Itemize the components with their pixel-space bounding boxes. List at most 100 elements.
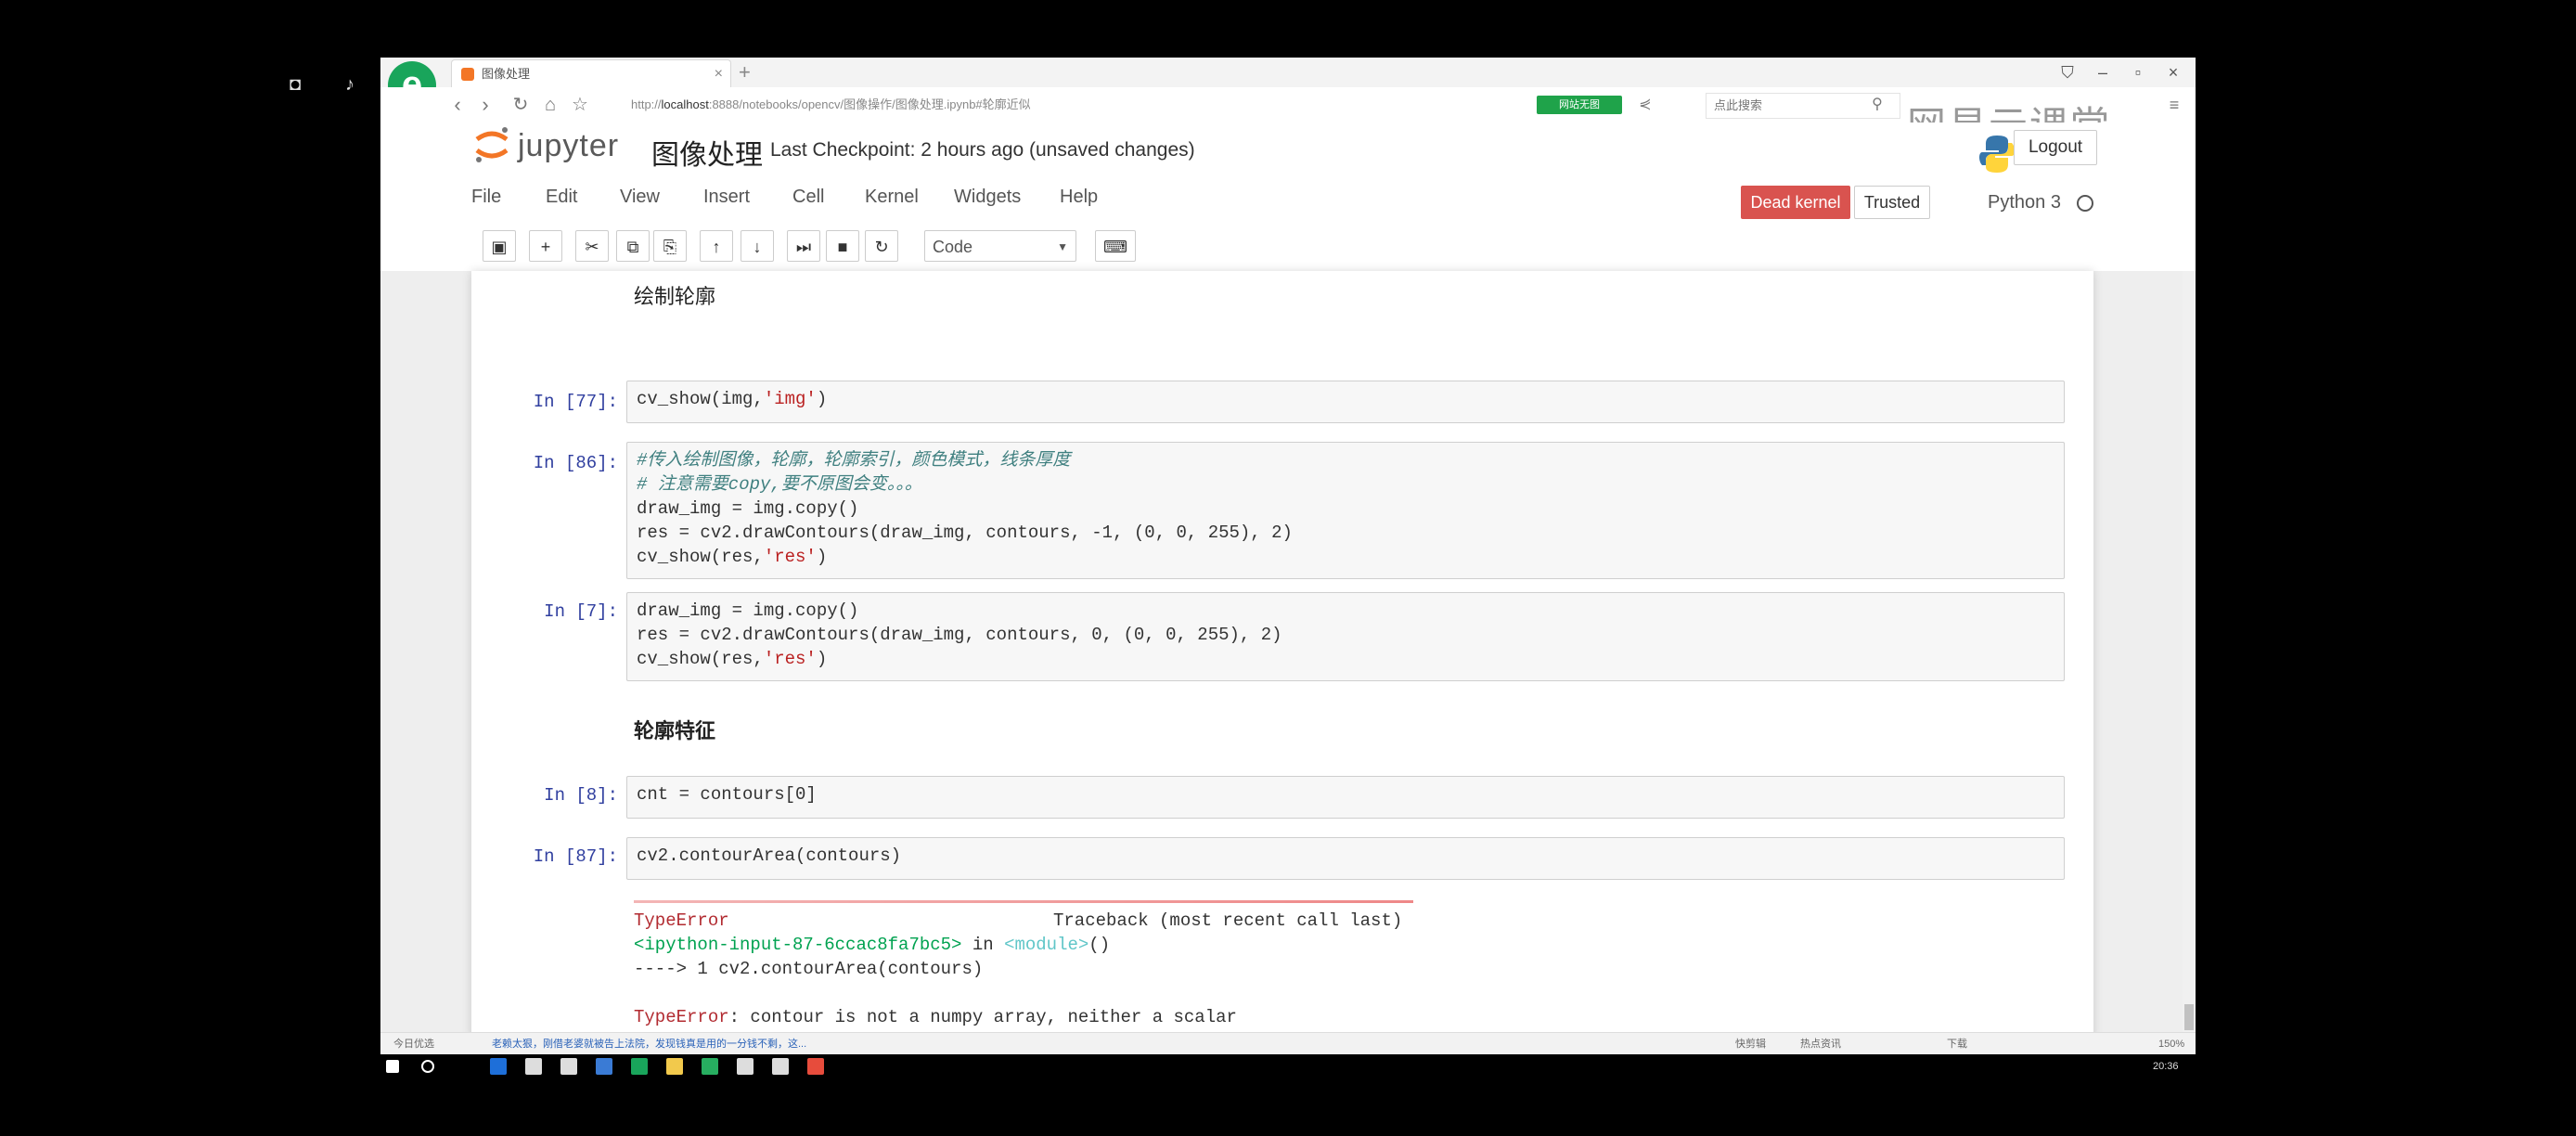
code-string: 'res' [763, 649, 817, 669]
code-string: 'res' [763, 547, 817, 567]
cell-type-value: Code [933, 238, 973, 256]
code-cell[interactable]: #传入绘制图像，轮廓，轮廓索引，颜色模式，线条厚度 # 注意需要copy,要不原… [626, 442, 2065, 579]
url-path: :8888/notebooks/opencv/图像操作/图像处理.ipynb#轮… [708, 97, 1031, 111]
taskbar-app-icon[interactable] [807, 1058, 824, 1075]
traceback-label: Traceback (most recent call last) [1053, 910, 1403, 931]
windows-start-icon[interactable] [386, 1060, 399, 1073]
code-line: cnt = contours[0] [637, 784, 817, 805]
status-zoom[interactable]: 150% [2158, 1033, 2184, 1054]
search-icon[interactable]: ⚲ [1865, 93, 1889, 117]
menu-view[interactable]: View [620, 174, 660, 219]
traceback-parens: () [1088, 935, 1111, 955]
kernel-name[interactable]: Python 3 [1988, 186, 2061, 219]
code-cell[interactable]: cnt = contours[0] [626, 776, 2065, 819]
code-cell[interactable]: draw_img = img.copy() res = cv2.drawCont… [626, 592, 2065, 681]
home-icon[interactable]: ⌂ [538, 93, 562, 117]
paste-icon[interactable]: ⎘ [653, 230, 687, 262]
notebook-name[interactable]: 图像处理 [651, 132, 763, 173]
menu-widgets[interactable]: Widgets [954, 174, 1021, 219]
save-icon[interactable]: ▣ [483, 230, 516, 262]
code-cell[interactable]: cv2.contourArea(contours) [626, 837, 2065, 880]
taskbar-app-icon[interactable] [702, 1058, 718, 1075]
code-string: 'img' [763, 389, 817, 409]
interrupt-icon[interactable]: ■ [826, 230, 859, 262]
taskbar-app-icon[interactable] [596, 1058, 612, 1075]
taskbar-app-icon[interactable] [525, 1058, 542, 1075]
menu-cell[interactable]: Cell [792, 174, 824, 219]
menu-bar: File Edit View Insert Cell Kernel Widget… [471, 174, 2095, 219]
menu-edit[interactable]: Edit [546, 174, 577, 219]
status-download[interactable]: 下载 [1947, 1033, 1967, 1054]
scrollbar[interactable] [2183, 271, 2196, 1039]
menu-icon[interactable]: ≡ [2162, 93, 2186, 117]
tab-title: 图像处理 [482, 67, 531, 81]
jupyter-logo-text[interactable]: jupyter [518, 128, 619, 164]
traceback-arrow-line: ----> 1 cv2.contourArea(contours) [634, 959, 984, 979]
code-text: cv_show(res, [637, 649, 764, 669]
menu-help[interactable]: Help [1060, 174, 1098, 219]
traceback-separator [634, 900, 1413, 903]
edge-icon[interactable] [490, 1058, 507, 1075]
tab-bar: 图像处理 × + ⛉ – ▫ × [380, 58, 2196, 88]
status-hotnews[interactable]: 热点资讯 [1800, 1033, 1841, 1054]
notebook-container: 绘制轮廓 In [77]: cv_show(img,'img') In [86]… [471, 271, 2093, 1039]
status-left[interactable]: 今日优选 [393, 1033, 434, 1054]
taskbar-app-icon[interactable] [737, 1058, 753, 1075]
code-line: cv2.contourArea(contours) [637, 846, 902, 866]
markdown-heading-contour-features: 轮廓特征 [634, 719, 716, 742]
code-line: draw_img = img.copy() [637, 498, 859, 519]
error-message: : contour is not a numpy array, neither … [728, 1007, 1237, 1027]
taskbar-app-icon[interactable] [772, 1058, 789, 1075]
scrollbar-thumb[interactable] [2184, 1004, 2194, 1030]
keyboard-icon[interactable]: ⌨ [1095, 230, 1136, 262]
move-down-icon[interactable]: ↓ [741, 230, 774, 262]
bookmark-star-icon[interactable]: ☆ [568, 93, 592, 117]
copy-icon[interactable]: ⧉ [616, 230, 650, 262]
maximize-icon[interactable]: ▫ [2121, 58, 2155, 87]
bilibili-icon[interactable]: ◘ [283, 72, 307, 97]
move-up-icon[interactable]: ↑ [700, 230, 733, 262]
new-tab-button[interactable]: + [739, 58, 751, 87]
close-tab-icon[interactable]: × [715, 60, 723, 88]
browser-window: 图像处理 × + ⛉ – ▫ × e ‹ › ↻ ⌂ ☆ http://loca… [380, 58, 2196, 1054]
code-comment: #传入绘制图像，轮廓，轮廓索引，颜色模式，线条厚度 [637, 450, 1071, 471]
clock[interactable]: 20:36 [2153, 1054, 2179, 1078]
dead-kernel-badge[interactable]: Dead kernel [1741, 186, 1850, 219]
back-icon[interactable]: ‹ [445, 93, 470, 117]
menu-file[interactable]: File [471, 174, 501, 219]
taskbar-app-icon[interactable] [560, 1058, 577, 1075]
minimize-icon[interactable]: – [2086, 58, 2119, 87]
close-window-icon[interactable]: × [2157, 58, 2190, 87]
share-icon[interactable]: ⋞ [1633, 93, 1657, 117]
input-prompt: In [87]: [533, 846, 618, 867]
code-comment: # 注意需要copy,要不原图会变。。。 [637, 474, 922, 495]
image-mode-badge[interactable]: 网站无图 [1537, 96, 1622, 114]
browser-tab[interactable]: 图像处理 × [451, 59, 731, 88]
insert-cell-below-icon[interactable]: + [529, 230, 562, 262]
code-line: res = cv2.drawContours(draw_img, contour… [637, 625, 1282, 645]
trusted-badge[interactable]: Trusted [1854, 186, 1930, 219]
menu-insert[interactable]: Insert [703, 174, 750, 219]
shield-icon[interactable]: ⛉ [2051, 58, 2084, 87]
status-news[interactable]: 老赖太狠，刚借老婆就被告上法院，发现钱真是用的一分钱不剩，这... [492, 1033, 806, 1054]
tiktok-icon[interactable]: ♪ [338, 72, 362, 97]
error-name: TypeError [634, 910, 729, 931]
input-prompt: In [8]: [544, 785, 618, 806]
menu-kernel[interactable]: Kernel [865, 174, 919, 219]
logout-button[interactable]: Logout [2014, 130, 2097, 165]
status-clip[interactable]: 快剪辑 [1735, 1033, 1766, 1054]
file-explorer-icon[interactable] [666, 1058, 683, 1075]
reload-icon[interactable]: ↻ [509, 93, 533, 117]
browser-taskbar-icon[interactable] [631, 1058, 648, 1075]
code-line: res = cv2.drawContours(draw_img, contour… [637, 523, 1293, 543]
jupyter-logo-icon[interactable] [473, 124, 510, 165]
run-icon[interactable]: ⏭ [787, 230, 820, 262]
restart-icon[interactable]: ↻ [865, 230, 898, 262]
search-taskbar-icon[interactable] [421, 1060, 434, 1073]
code-text: cv_show(img, [637, 389, 764, 409]
cell-type-select[interactable]: Code ▼ [924, 230, 1076, 262]
code-cell[interactable]: cv_show(img,'img') [626, 381, 2065, 423]
cut-icon[interactable]: ✂ [575, 230, 609, 262]
forward-icon[interactable]: › [473, 93, 497, 117]
